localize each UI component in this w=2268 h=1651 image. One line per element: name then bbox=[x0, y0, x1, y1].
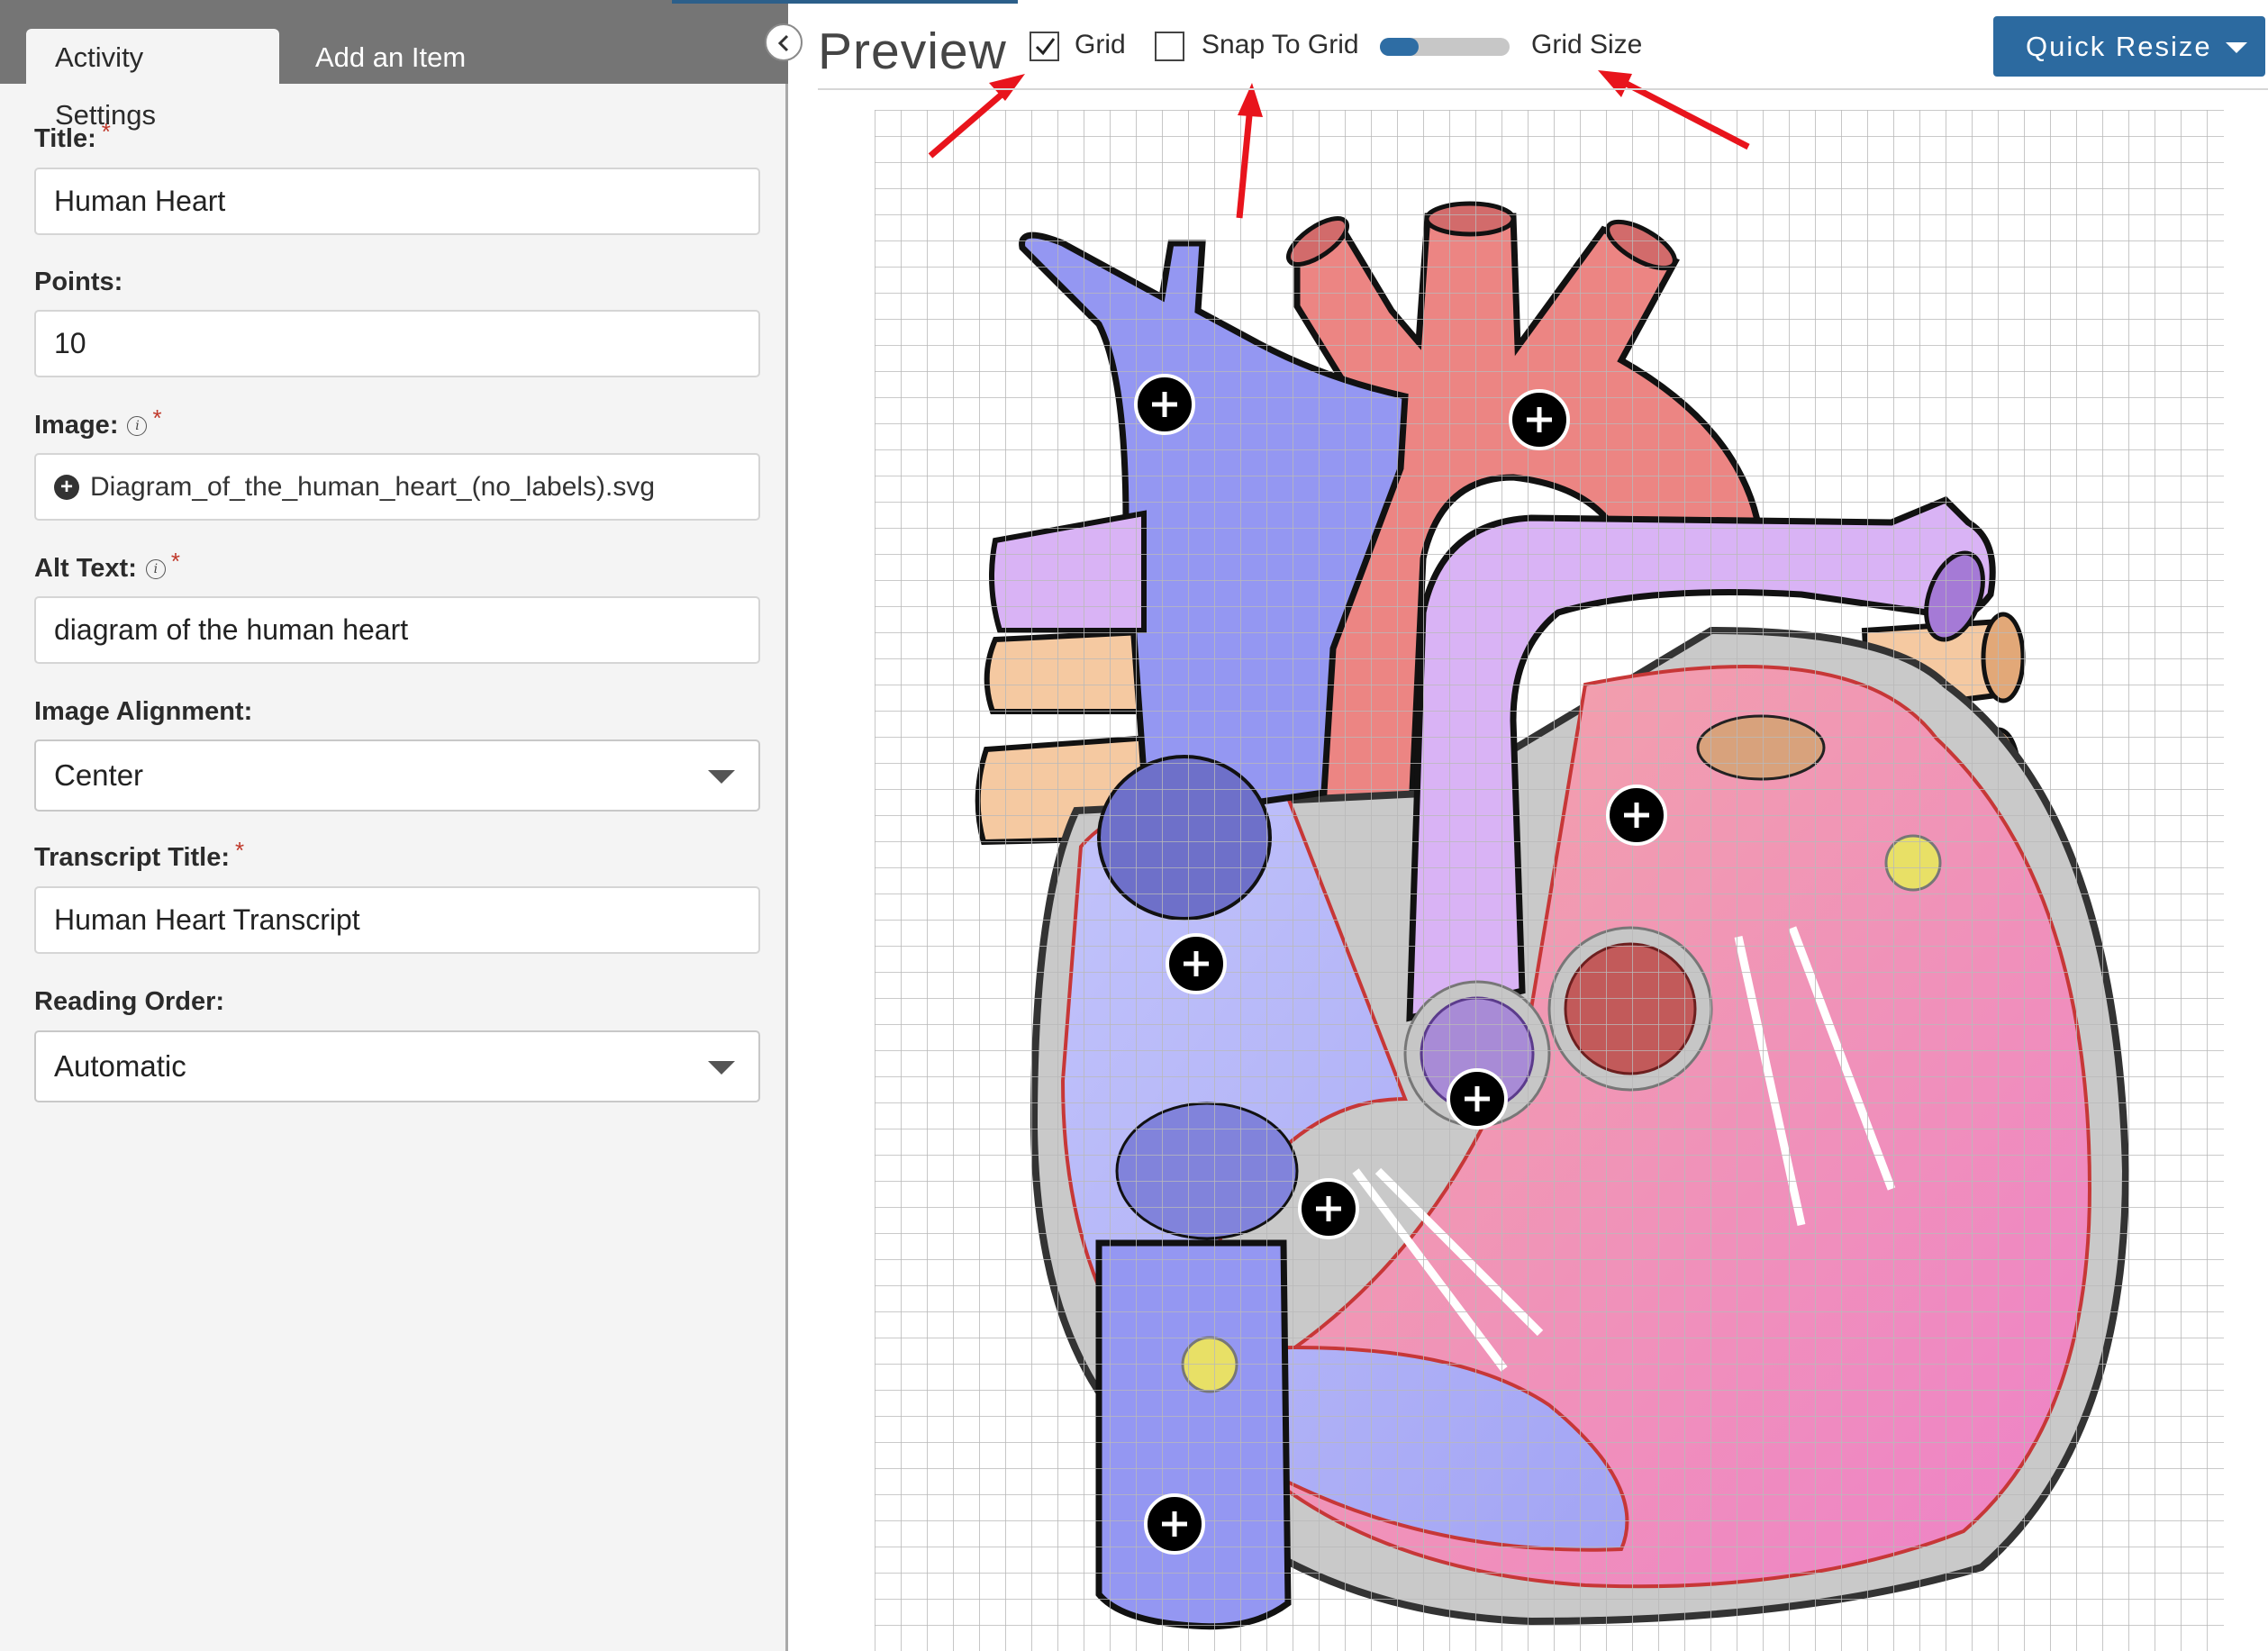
grid-label[interactable]: Grid bbox=[1075, 30, 1126, 60]
hotspot-marker[interactable] bbox=[1298, 1178, 1359, 1239]
alt-text-input[interactable]: diagram of the human heart bbox=[34, 596, 760, 664]
alt-text-label-text: Alt Text: bbox=[34, 554, 137, 583]
checkmark-icon bbox=[1035, 38, 1056, 56]
transcript-title-label: Transcript Title: * bbox=[34, 837, 244, 873]
image-label: Image: i * bbox=[34, 404, 162, 440]
grid-size-label: Grid Size bbox=[1531, 30, 1643, 59]
snap-to-grid-label[interactable]: Snap To Grid bbox=[1202, 30, 1359, 60]
image-file-field[interactable]: + Diagram_of_the_human_heart_(no_labels)… bbox=[34, 453, 760, 521]
image-label-text: Image: bbox=[34, 411, 119, 440]
grid-size-slider[interactable] bbox=[1380, 38, 1510, 56]
hotspot-marker[interactable] bbox=[1166, 933, 1227, 994]
info-icon[interactable]: i bbox=[145, 558, 166, 579]
settings-panel: Activity Settings Add an Item Title: * Hu… bbox=[0, 0, 788, 1651]
grid-checkbox[interactable] bbox=[1030, 32, 1059, 61]
required-mark: * bbox=[152, 404, 162, 431]
active-tab-indicator bbox=[672, 0, 1018, 4]
reading-order-value: Automatic bbox=[54, 1049, 186, 1083]
transcript-title-input[interactable]: Human Heart Transcript bbox=[34, 886, 760, 954]
points-input[interactable]: 10 bbox=[34, 310, 760, 377]
points-label: Points: bbox=[34, 268, 122, 297]
required-mark: * bbox=[101, 118, 111, 145]
collapse-panel-button[interactable] bbox=[765, 23, 803, 61]
points-label-text: Points: bbox=[34, 268, 123, 296]
image-alignment-label: Image Alignment: bbox=[34, 697, 252, 727]
info-icon[interactable]: i bbox=[127, 415, 148, 436]
required-mark: * bbox=[235, 837, 245, 864]
reading-order-label-text: Reading Order: bbox=[34, 987, 225, 1016]
image-file-name: Diagram_of_the_human_heart_(no_labels).s… bbox=[90, 472, 656, 502]
chevron-down-icon bbox=[2226, 42, 2247, 53]
hotspot-marker[interactable] bbox=[1509, 389, 1570, 450]
grid-overlay bbox=[875, 110, 2224, 1651]
quick-resize-button[interactable]: Quick Resize bbox=[1993, 16, 2265, 77]
plus-circle-icon[interactable]: + bbox=[54, 474, 79, 500]
quick-resize-label: Quick Resize bbox=[2026, 31, 2212, 62]
chevron-down-icon bbox=[708, 770, 735, 784]
title-input[interactable]: Human Heart bbox=[34, 168, 760, 235]
transcript-title-label-text: Transcript Title: bbox=[34, 843, 231, 872]
image-alignment-select[interactable]: Center bbox=[34, 739, 760, 812]
chevron-down-icon bbox=[708, 1061, 735, 1075]
hotspot-marker[interactable] bbox=[1134, 374, 1195, 435]
reading-order-select[interactable]: Automatic bbox=[34, 1030, 760, 1102]
title-label-text: Title: bbox=[34, 124, 96, 153]
image-alignment-label-text: Image Alignment: bbox=[34, 697, 253, 726]
preview-title: Preview bbox=[818, 23, 1007, 80]
reading-order-label: Reading Order: bbox=[34, 987, 224, 1017]
image-alignment-value: Center bbox=[54, 758, 144, 792]
tab-add-an-item[interactable]: Add an Item bbox=[286, 29, 521, 84]
hotspot-marker[interactable] bbox=[1447, 1068, 1508, 1129]
hotspot-marker[interactable] bbox=[1606, 785, 1667, 846]
tab-activity-settings[interactable]: Activity Settings bbox=[26, 29, 279, 131]
snap-to-grid-checkbox[interactable] bbox=[1155, 32, 1184, 61]
title-label: Title: * bbox=[34, 118, 111, 154]
chevron-left-icon bbox=[777, 34, 789, 52]
alt-text-label: Alt Text: i * bbox=[34, 548, 180, 584]
toolbar-divider bbox=[818, 88, 2268, 90]
hotspot-marker[interactable] bbox=[1144, 1493, 1205, 1555]
grid-size-slider-fill[interactable] bbox=[1380, 38, 1420, 56]
tab-bar: Activity Settings Add an Item bbox=[0, 0, 788, 131]
required-mark: * bbox=[170, 548, 180, 575]
